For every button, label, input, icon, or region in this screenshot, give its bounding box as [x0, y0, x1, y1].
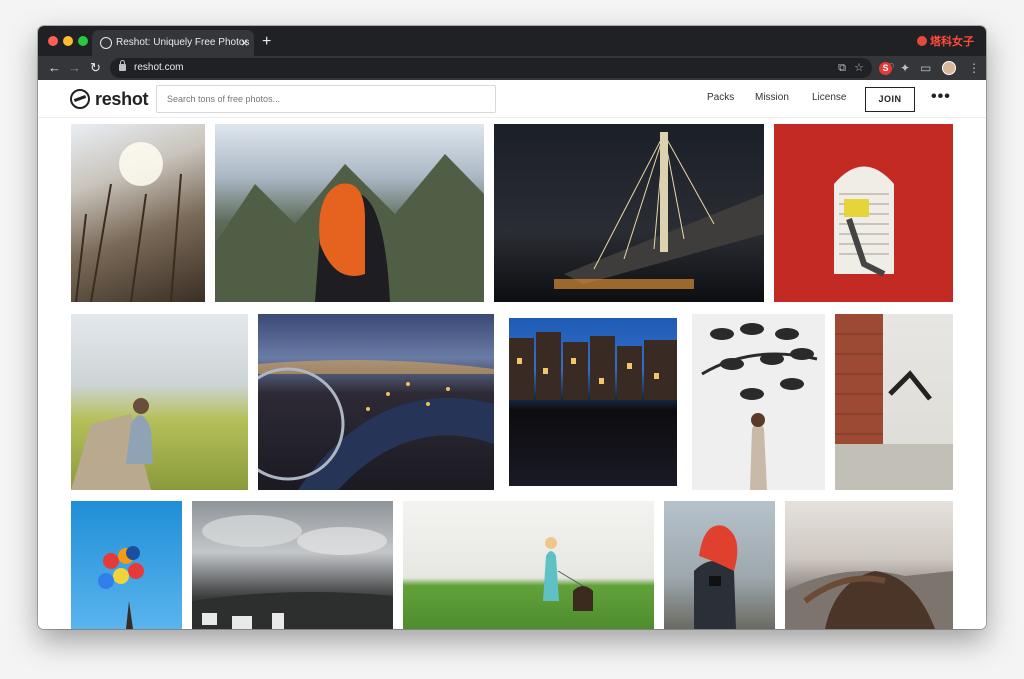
photo-man-jumping-brick-wall[interactable] — [835, 314, 953, 490]
url-text: reshot.com — [134, 62, 184, 73]
photo-woman-on-phone[interactable] — [664, 501, 775, 629]
photo-amsterdam-canal[interactable] — [509, 318, 677, 486]
watermark-text: 塔科女子 — [930, 36, 974, 48]
browser-window: Reshot: Uniquely Free Photos × + 塔科女子 ← … — [38, 26, 986, 629]
girl-dog-illustration — [543, 537, 593, 611]
browser-toolbar: ← → ↻ reshot.com ⧉ ☆ ♡ S ✦ ▭ ⋮ — [38, 56, 986, 80]
balloons-illustration — [98, 546, 144, 629]
photo-wind-blown-hair[interactable] — [785, 501, 953, 629]
reshot-logo-icon — [70, 89, 90, 109]
mountain-woman-illustration — [215, 154, 484, 302]
watermark-badge: 塔科女子 — [917, 33, 974, 49]
brick-wall-illustration — [835, 314, 953, 490]
extensions-puzzle-icon[interactable]: ✦ — [900, 60, 910, 76]
back-button[interactable]: ← — [48, 60, 61, 76]
cloudy-city-illustration — [192, 515, 393, 629]
extension-s-icon[interactable]: S — [879, 62, 892, 75]
photo-bridge-at-night[interactable] — [494, 124, 764, 302]
watermark-avatar-icon — [917, 36, 927, 46]
woman-phone-illustration — [694, 525, 738, 629]
red-wall-window-illustration — [834, 166, 894, 277]
london-city-illustration — [258, 360, 494, 490]
site-header: reshot Packs Mission License JOIN ••• — [38, 80, 986, 118]
photo-girl-walking-dog[interactable] — [403, 501, 654, 629]
photo-woman-leaf-mural[interactable] — [692, 314, 825, 490]
close-window-button[interactable] — [48, 36, 58, 46]
reshot-favicon-icon — [100, 37, 112, 49]
reshot-logo[interactable]: reshot — [70, 88, 149, 110]
photo-red-haired-woman-mountains[interactable] — [215, 124, 484, 302]
tab-reshot[interactable]: Reshot: Uniquely Free Photos × — [92, 30, 254, 56]
logo-wordmark: reshot — [95, 88, 149, 109]
profile-avatar[interactable] — [942, 61, 956, 75]
tab-strip: Reshot: Uniquely Free Photos × + 塔科女子 — [38, 26, 986, 56]
browser-menu-icon[interactable]: ⋮ — [968, 60, 980, 76]
flower-field-illustration — [71, 398, 153, 490]
photo-london-eye[interactable] — [258, 314, 494, 490]
nav-packs[interactable]: Packs — [707, 92, 734, 103]
zoom-window-button[interactable] — [78, 36, 88, 46]
bookmark-star-icon[interactable]: ☆ — [854, 58, 864, 78]
photo-woman-photographing-flowers[interactable] — [71, 314, 248, 490]
canal-houses-illustration — [509, 332, 677, 400]
photo-man-on-red-wall[interactable] — [774, 124, 953, 302]
close-tab-icon[interactable]: × — [241, 30, 248, 56]
search-input[interactable] — [156, 85, 496, 113]
lock-icon — [119, 60, 126, 71]
nav-license[interactable]: License — [812, 92, 846, 103]
tab-title: Reshot: Uniquely Free Photos — [116, 37, 250, 48]
photo-cloudy-city[interactable] — [192, 501, 393, 629]
photo-balloons-sky[interactable] — [71, 501, 182, 629]
new-tab-button[interactable]: + — [262, 30, 271, 54]
photo-reeds-at-sunset[interactable] — [71, 124, 205, 302]
wind-hair-illustration — [785, 571, 953, 629]
photo-grid — [38, 118, 986, 629]
minimize-window-button[interactable] — [63, 36, 73, 46]
bridge-illustration — [554, 132, 764, 289]
address-bar[interactable]: reshot.com ⧉ ☆ — [110, 58, 872, 78]
translate-icon[interactable]: ⧉ — [838, 58, 846, 78]
reload-button[interactable]: ↻ — [90, 60, 101, 76]
reeds-illustration — [75, 142, 182, 302]
join-button[interactable]: JOIN — [865, 87, 915, 112]
nav-mission[interactable]: Mission — [755, 92, 789, 103]
leaf-mural-illustration — [701, 323, 818, 490]
more-menu-icon[interactable]: ••• — [931, 88, 951, 106]
forward-button[interactable]: → — [68, 60, 81, 76]
cast-icon[interactable]: ▭ — [920, 60, 931, 76]
